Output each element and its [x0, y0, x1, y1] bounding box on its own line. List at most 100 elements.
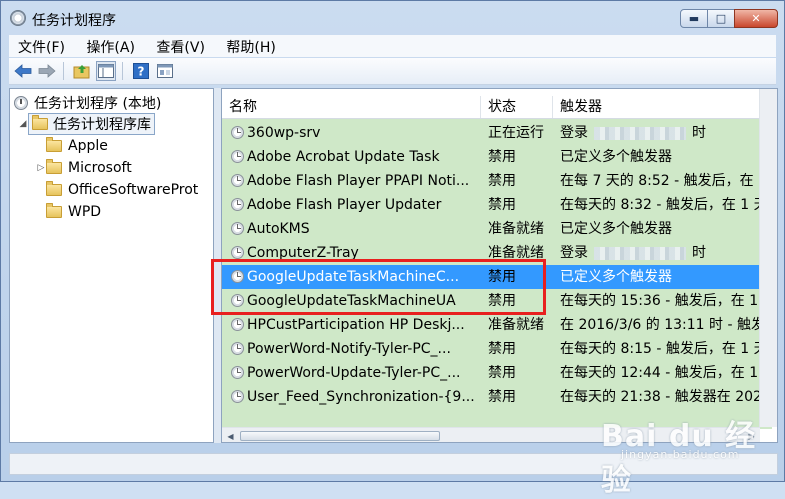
title-bar[interactable]: 任务计划程序 ▬ □ ✕	[1, 1, 784, 35]
baidu-jingyan-watermark: Bai du 经验 jingyan.baidu.com	[601, 411, 784, 499]
task-status: 禁用	[488, 173, 516, 189]
show-hide-tree-icon[interactable]	[96, 61, 116, 81]
table-row[interactable]: User_Feed_Synchronization-{9... 禁用 在每天的 …	[222, 385, 772, 409]
table-row[interactable]: Adobe Flash Player PPAPI Noti... 禁用 在每 7…	[222, 169, 772, 193]
table-row[interactable]: Adobe Flash Player Updater 禁用 在每天的 8:32 …	[222, 193, 772, 217]
folder-up-icon[interactable]	[72, 61, 92, 81]
task-trigger: 在每天的 21:38 - 触发器在 2026	[560, 389, 771, 405]
help-icon[interactable]: ?	[131, 61, 151, 81]
folder-icon	[46, 202, 62, 218]
table-row[interactable]: PowerWord-Notify-Tyler-PC_... 禁用 在每天的 8:…	[222, 337, 772, 361]
table-row[interactable]: 360wp-srv 正在运行 登录 时	[222, 121, 772, 145]
task-name: ComputerZ-Tray	[247, 245, 359, 261]
task-status: 准备就绪	[488, 245, 544, 261]
close-button[interactable]: ✕	[734, 9, 778, 28]
table-row[interactable]: GoogleUpdateTaskMachineUA 禁用 在每天的 15:36 …	[222, 289, 772, 313]
tree-root-label: 任务计划程序 (本地)	[34, 95, 162, 112]
trigger-prefix: 登录	[560, 245, 588, 261]
toolbar-separator	[63, 62, 64, 80]
tree-library-label: 任务计划程序库	[53, 116, 151, 133]
task-clock-icon	[231, 366, 244, 379]
tree-folder-microsoft[interactable]: ▷ Microsoft	[36, 157, 132, 178]
task-status: 禁用	[488, 365, 516, 381]
task-list-header: 名称 状态 触发器	[222, 96, 772, 119]
task-name: User_Feed_Synchronization-{9...	[247, 389, 475, 405]
menu-file[interactable]: 文件(F)	[9, 35, 73, 57]
scroll-left-icon[interactable]: ◀	[222, 428, 239, 442]
expand-arrow-icon[interactable]: ▷	[36, 163, 46, 173]
task-trigger: 在每 7 天的 8:52 - 触发后，在 1	[560, 173, 768, 189]
task-trigger: 已定义多个触发器	[560, 149, 672, 165]
task-name: 360wp-srv	[247, 125, 321, 141]
column-header-name[interactable]: 名称	[222, 96, 481, 118]
task-trigger: 登录 时	[560, 241, 772, 265]
tree-library[interactable]: ◢ 任务计划程序库	[18, 112, 155, 135]
pane-splitter[interactable]	[214, 88, 221, 443]
toolbar-separator	[122, 62, 123, 80]
task-clock-icon	[231, 342, 244, 355]
menu-view[interactable]: 查看(V)	[147, 35, 213, 57]
task-trigger: 在每天的 12:44 - 触发后，在 1 天	[560, 365, 772, 381]
task-name: AutoKMS	[247, 221, 310, 237]
vertical-scrollbar[interactable]	[759, 89, 777, 427]
collapse-arrow-icon[interactable]: ◢	[18, 119, 28, 129]
trigger-suffix: 时	[692, 125, 706, 141]
task-trigger: 已定义多个触发器	[560, 269, 672, 285]
table-row[interactable]: AutoKMS 准备就绪 已定义多个触发器	[222, 217, 772, 241]
properties-icon[interactable]	[155, 61, 175, 81]
task-name: PowerWord-Update-Tyler-PC_...	[247, 365, 461, 381]
menu-bar: 文件(F) 操作(A) 查看(V) 帮助(H)	[9, 35, 776, 57]
tree-folder-label: WPD	[68, 203, 102, 220]
task-clock-icon	[231, 126, 244, 139]
table-row[interactable]: HPCustParticipation HP Deskj... 准备就绪 在 2…	[222, 313, 772, 337]
table-row[interactable]: ComputerZ-Tray 准备就绪 登录 时	[222, 241, 772, 265]
task-clock-icon	[231, 150, 244, 163]
task-status: 禁用	[488, 341, 516, 357]
redacted-username	[594, 246, 686, 260]
folder-icon	[46, 136, 62, 152]
clock-app-icon	[10, 10, 26, 26]
task-clock-icon	[231, 246, 244, 259]
svg-text:?: ?	[138, 65, 145, 79]
menu-action[interactable]: 操作(A)	[77, 35, 143, 57]
tree-folder-officesoftwareprot[interactable]: OfficeSoftwareProt	[36, 179, 198, 200]
table-row-selected[interactable]: GoogleUpdateTaskMachineC... 禁用 已定义多个触发器	[222, 265, 772, 289]
tree-folder-wpd[interactable]: WPD	[36, 201, 101, 222]
tree-folder-apple[interactable]: Apple	[36, 135, 108, 156]
clock-icon	[14, 95, 28, 110]
task-trigger: 在每天的 8:15 - 触发后，在 1 天	[560, 341, 768, 357]
table-row[interactable]: PowerWord-Update-Tyler-PC_... 禁用 在每天的 12…	[222, 361, 772, 385]
tree-library-selection: 任务计划程序库	[28, 112, 155, 135]
back-arrow-icon[interactable]	[13, 61, 33, 81]
task-name: GoogleUpdateTaskMachineUA	[247, 293, 456, 309]
task-clock-icon	[231, 270, 244, 283]
column-header-triggers[interactable]: 触发器	[553, 96, 772, 118]
task-trigger: 登录 时	[560, 121, 772, 145]
task-clock-icon	[231, 174, 244, 187]
task-clock-icon	[231, 198, 244, 211]
task-list-pane: 名称 状态 触发器 360wp-srv 正在运行 登录时 Adobe Acrob…	[221, 88, 778, 443]
task-clock-icon	[231, 318, 244, 331]
column-header-status[interactable]: 状态	[481, 96, 553, 118]
window-title: 任务计划程序	[32, 13, 116, 29]
minimize-button[interactable]: ▬	[680, 9, 708, 28]
forward-arrow-icon[interactable]	[37, 61, 57, 81]
redacted-username	[594, 126, 686, 140]
horizontal-scroll-thumb[interactable]	[240, 431, 440, 441]
navigation-tree: 任务计划程序 (本地) ◢ 任务计划程序库 Apple ▷ Microsoft …	[9, 88, 214, 443]
menu-help[interactable]: 帮助(H)	[217, 35, 283, 57]
maximize-button[interactable]: □	[707, 9, 735, 28]
task-status: 禁用	[488, 197, 516, 213]
task-trigger: 在每天的 8:32 - 触发后，在 1 天	[560, 197, 768, 213]
task-list: 360wp-srv 正在运行 登录时 Adobe Acrobat Update …	[222, 119, 772, 429]
task-trigger: 已定义多个触发器	[560, 221, 672, 237]
tree-root[interactable]: 任务计划程序 (本地)	[14, 92, 161, 113]
task-scheduler-window: 任务计划程序 ▬ □ ✕ 文件(F) 操作(A) 查看(V) 帮助(H) ? 任…	[0, 0, 785, 498]
tree-folder-label: OfficeSoftwareProt	[68, 181, 199, 198]
task-name: GoogleUpdateTaskMachineC...	[247, 269, 460, 285]
task-clock-icon	[231, 222, 244, 235]
task-status: 准备就绪	[488, 317, 544, 333]
task-status: 禁用	[488, 389, 516, 405]
tree-folder-label: Apple	[68, 137, 108, 154]
table-row[interactable]: Adobe Acrobat Update Task 禁用 已定义多个触发器	[222, 145, 772, 169]
